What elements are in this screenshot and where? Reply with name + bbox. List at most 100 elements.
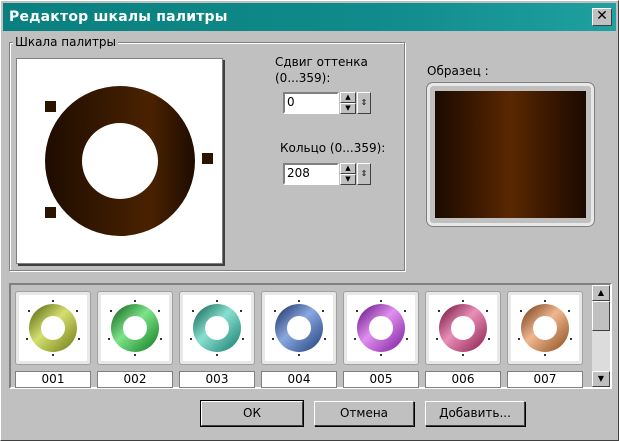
palette-ring (275, 304, 323, 352)
ring-up-button[interactable]: ▲ (340, 163, 356, 174)
palette-swatch-tile (183, 295, 251, 361)
palette-swatch[interactable] (261, 291, 337, 365)
palette-handle-dot (544, 354, 546, 356)
palette-swatch-tile (347, 295, 415, 361)
palette-handle-dot (356, 310, 358, 312)
palette-ring-icon (436, 300, 490, 356)
sample-preview (427, 83, 594, 226)
palette-ring (29, 304, 77, 352)
palette-handle-dot (322, 310, 324, 312)
palette-handle-dot (272, 338, 274, 340)
palette-handle-dot (520, 310, 522, 312)
palette-handle-dot (242, 338, 244, 340)
palette-ring (439, 304, 487, 352)
palette-handle-dot (78, 338, 80, 340)
palette-swatch-tile (429, 295, 497, 361)
palette-handle-dot (436, 338, 438, 340)
ring-handle-top-left[interactable] (45, 101, 56, 112)
sample-label: Образец : (427, 64, 489, 78)
palette-label: 005 (343, 371, 419, 388)
palette-handle-dot (354, 338, 356, 340)
palette-handle-dot (462, 354, 464, 356)
ring-label: Кольцо (0...359): (280, 141, 386, 155)
palette-swatch[interactable] (15, 291, 91, 365)
palette-swatch-tile (511, 295, 579, 361)
palette-handle-dot (462, 300, 464, 302)
palette-handle-dot (190, 338, 192, 340)
palette-handle-dot (158, 310, 160, 312)
cancel-button[interactable]: Отмена (314, 401, 414, 426)
palette-label: 002 (97, 371, 173, 388)
palette-label: 006 (425, 371, 501, 388)
palette-handle-dot (216, 354, 218, 356)
dialog-window: Редактор шкалы палитры ✕ Шкала палитры С… (0, 0, 619, 441)
palette-handle-dot (76, 310, 78, 312)
window-title: Редактор шкалы палитры (9, 9, 228, 25)
add-button[interactable]: Добавить... (425, 401, 525, 426)
palette-handle-dot (110, 310, 112, 312)
palette-handle-dot (570, 338, 572, 340)
hue-shift-input[interactable]: 0 (283, 92, 339, 114)
palette-ring-icon (108, 300, 162, 356)
palette-swatch[interactable] (179, 291, 255, 365)
sample-gradient (435, 91, 586, 218)
palette-ring-icon (272, 300, 326, 356)
palette-handle-dot (404, 310, 406, 312)
palette-handle-dot (518, 338, 520, 340)
palette-label: 004 (261, 371, 337, 388)
palette-ring-icon (190, 300, 244, 356)
palette-handle-dot (28, 310, 30, 312)
palette-ring-icon (518, 300, 572, 356)
palette-handle-dot (52, 300, 54, 302)
palette-handle-dot (274, 310, 276, 312)
palette-list-inner: 001 002 003 004 005 006 007 (15, 289, 589, 388)
ring-spinner: 208 ▲ ▼ ⇕ (283, 163, 373, 185)
palette-handle-dot (298, 300, 300, 302)
palette-ring-icon (354, 300, 408, 356)
title-bar[interactable]: Редактор шкалы палитры ✕ (3, 3, 616, 31)
scroll-down-button[interactable]: ▼ (592, 371, 610, 387)
palette-handle-dot (488, 338, 490, 340)
palette-swatch-tile (265, 295, 333, 361)
scroll-thumb[interactable] (592, 301, 610, 331)
palette-swatch[interactable] (507, 291, 583, 365)
palette-handle-dot (134, 354, 136, 356)
palette-handle-dot (568, 310, 570, 312)
preview-ring[interactable] (45, 86, 195, 236)
palette-handle-dot (380, 300, 382, 302)
palette-ring (193, 304, 241, 352)
close-button[interactable]: ✕ (592, 8, 612, 26)
hue-shift-up-button[interactable]: ▲ (340, 92, 356, 103)
ring-handle-bottom-left[interactable] (45, 207, 56, 218)
palette-label: 003 (179, 371, 255, 388)
palette-handle-dot (486, 310, 488, 312)
ring-input[interactable]: 208 (283, 163, 339, 185)
hue-shift-label-line2: (0...359): (275, 71, 331, 85)
hue-shift-step-button[interactable]: ⇕ (357, 92, 371, 114)
ring-step-button[interactable]: ⇕ (357, 163, 371, 185)
palette-handle-dot (438, 310, 440, 312)
palette-handle-dot (26, 338, 28, 340)
palette-handle-dot (380, 354, 382, 356)
palette-label: 001 (15, 371, 91, 388)
palette-swatch[interactable] (97, 291, 173, 365)
scroll-up-button[interactable]: ▲ (592, 285, 610, 301)
hue-shift-down-button[interactable]: ▼ (340, 103, 356, 114)
palette-swatch[interactable] (343, 291, 419, 365)
palette-swatch[interactable] (425, 291, 501, 365)
palette-scrollbar[interactable]: ▲ ▼ (592, 285, 610, 387)
palette-handle-dot (52, 354, 54, 356)
ring-preview-svg (45, 86, 195, 236)
ring-down-button[interactable]: ▼ (340, 174, 356, 185)
palette-swatch-tile (19, 295, 87, 361)
ok-button[interactable]: ОК (200, 400, 304, 427)
palette-ring (111, 304, 159, 352)
hue-shift-label-line1: Сдвиг оттенка (275, 55, 368, 69)
palette-handle-dot (160, 338, 162, 340)
ring-handle-right[interactable] (202, 153, 213, 164)
palette-handle-dot (192, 310, 194, 312)
palette-list[interactable]: 001 002 003 004 005 006 007 ▲ ▼ (9, 283, 612, 389)
palette-handle-dot (240, 310, 242, 312)
palette-ring-icon (26, 300, 80, 356)
palette-handle-dot (406, 338, 408, 340)
